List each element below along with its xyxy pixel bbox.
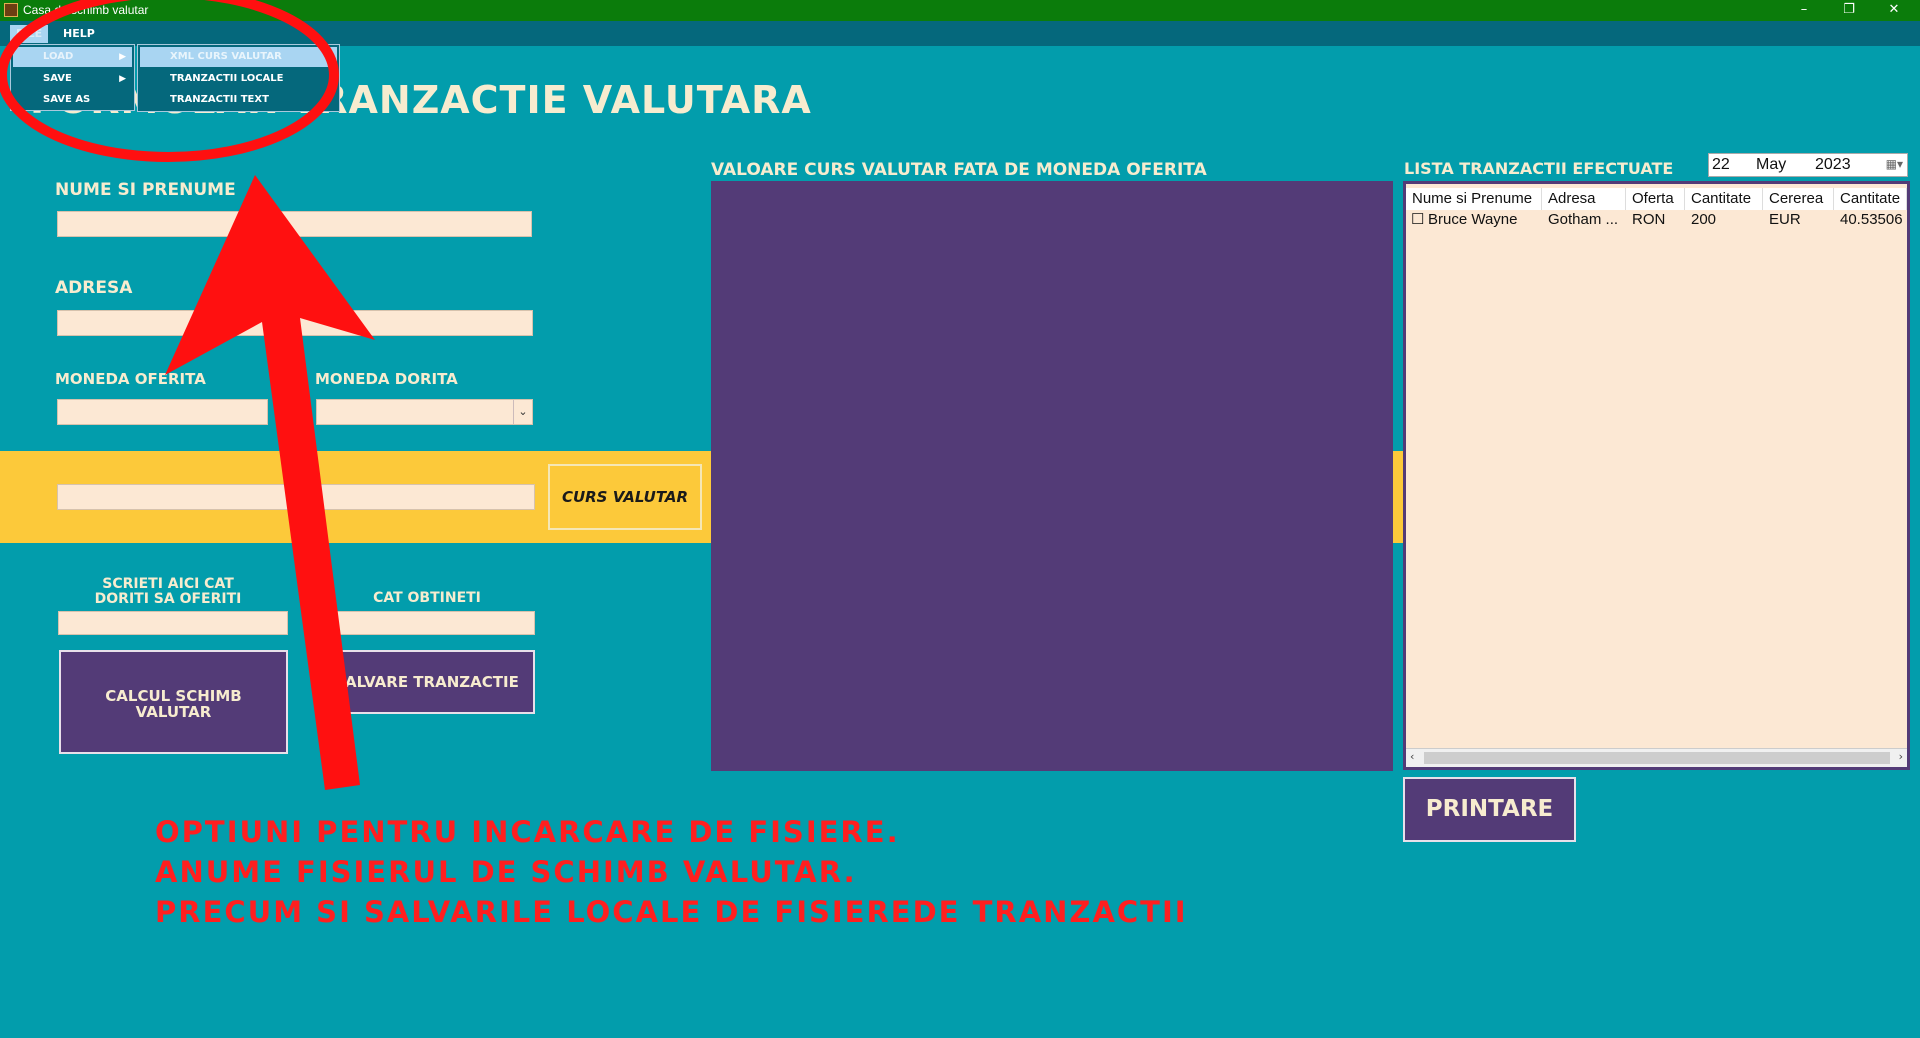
arrow-icon	[165, 175, 375, 790]
annotation-overlay	[0, 0, 375, 790]
highlight-ellipse	[0, 0, 339, 162]
